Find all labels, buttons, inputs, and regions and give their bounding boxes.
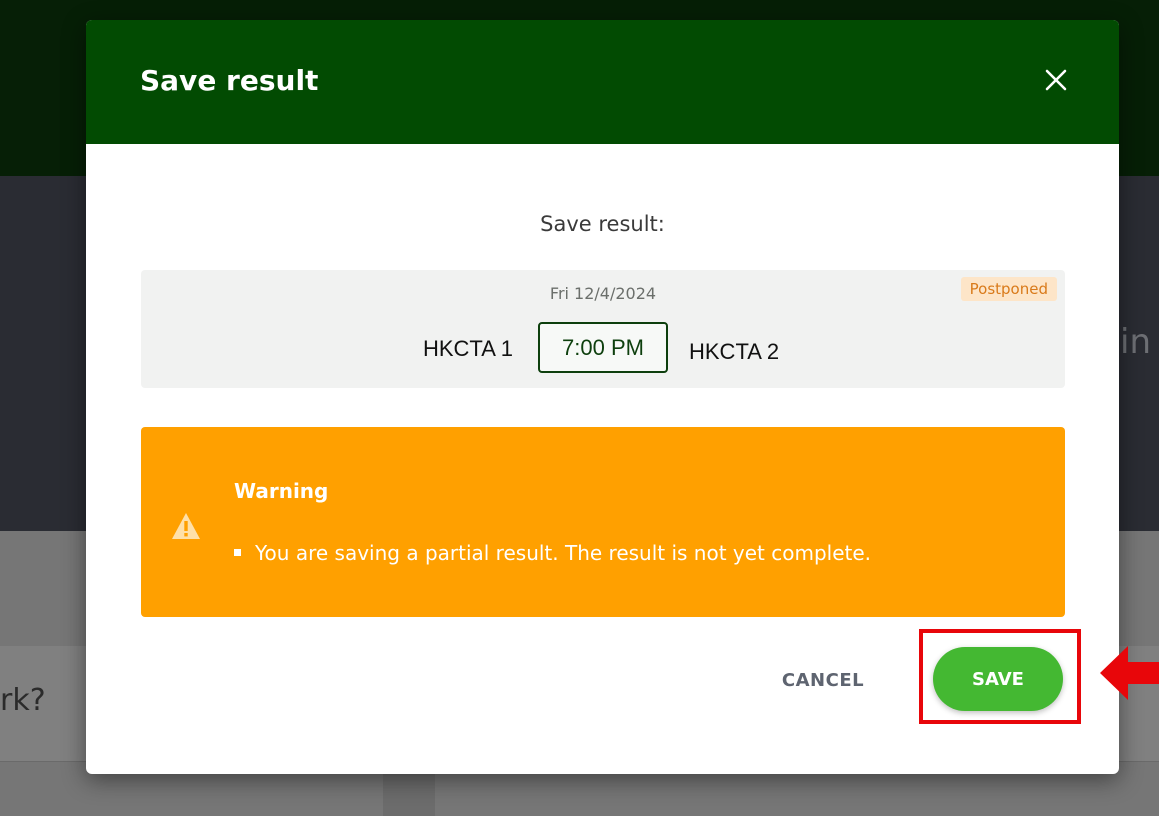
warning-message: You are saving a partial result. The res… [234, 541, 871, 565]
match-date: Fri 12/4/2024 [549, 284, 657, 303]
background-partial-text: in [1120, 322, 1151, 362]
match-card: Fri 12/4/2024 Postponed HKCTA 1 7:00 PM … [141, 270, 1065, 388]
bullet-icon [234, 549, 241, 556]
close-button[interactable] [1036, 60, 1076, 100]
warning-message-text: You are saving a partial result. The res… [255, 541, 872, 565]
warning-icon [172, 513, 200, 539]
background-partial-text: rk? [0, 683, 46, 718]
dialog-title: Save result [140, 64, 319, 97]
arrow-left-icon [1100, 646, 1159, 700]
save-button-highlight [919, 629, 1081, 724]
warning-message-list: You are saving a partial result. The res… [234, 541, 871, 565]
match-time[interactable]: 7:00 PM [538, 322, 668, 373]
warning-alert: Warning You are saving a partial result.… [141, 427, 1065, 617]
status-badge: Postponed [960, 277, 1057, 301]
home-team-name: HKCTA 1 [422, 336, 513, 361]
warning-title: Warning [234, 479, 329, 503]
dialog-header: Save result [86, 20, 1119, 144]
cancel-button[interactable]: CANCEL [758, 660, 888, 700]
close-icon [1045, 69, 1067, 91]
away-team-name: HKCTA 2 [689, 339, 780, 364]
dialog-subtitle: Save result: [540, 212, 665, 236]
